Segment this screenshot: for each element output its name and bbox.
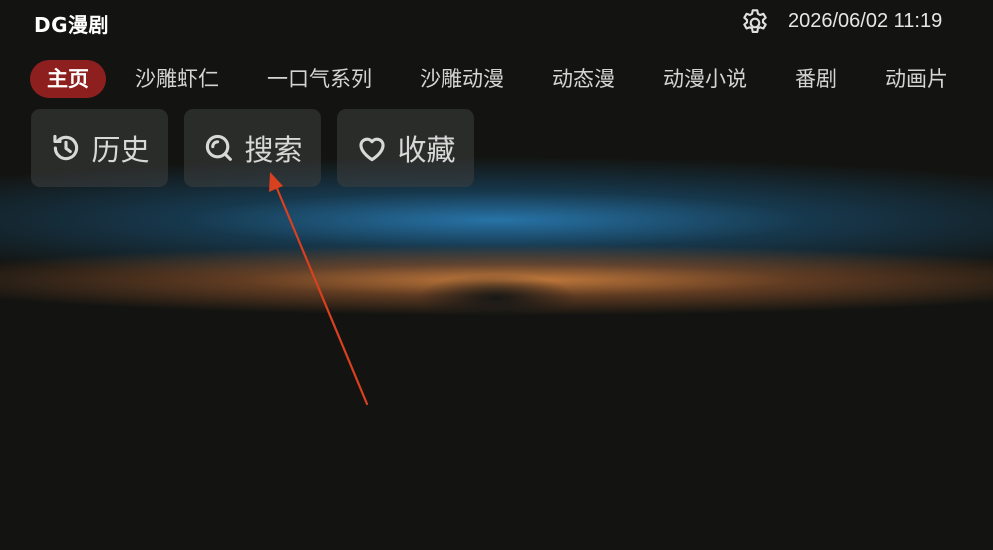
tab-cartoon[interactable]: 动画片 [866, 60, 967, 98]
tab-motion-comic[interactable]: 动态漫 [533, 60, 634, 98]
tab-shadiao-anime[interactable]: 沙雕动漫 [401, 60, 523, 98]
settings-button[interactable] [737, 5, 773, 41]
tab-yikouqi-series[interactable]: 一口气系列 [248, 60, 391, 98]
tab-shadiao-xiaren[interactable]: 沙雕虾仁 [116, 60, 238, 98]
search-label: 搜索 [244, 133, 303, 167]
backdrop-hill [0, 262, 993, 322]
tab-home[interactable]: 主页 [30, 60, 106, 98]
gear-icon [743, 9, 767, 33]
favorites-label: 收藏 [397, 133, 456, 167]
category-tabs: 主页 沙雕虾仁 一口气系列 沙雕动漫 动态漫 动漫小说 番剧 动画片 [30, 60, 977, 98]
history-icon [53, 134, 79, 161]
heart-icon [359, 137, 386, 162]
tab-anime-novel[interactable]: 动漫小说 [644, 60, 766, 98]
tab-bangumi[interactable]: 番剧 [776, 60, 856, 98]
backdrop-horizon-orange [0, 225, 993, 335]
app-screen: DG漫剧 2026/06/02 11:19 主页 沙雕虾仁 一口气系列 沙雕动漫… [0, 0, 993, 550]
history-label: 历史 [91, 133, 150, 167]
search-icon [206, 134, 233, 161]
history-button[interactable]: 历史 [31, 109, 168, 187]
app-title: DG漫剧 [34, 13, 110, 37]
search-button[interactable]: 搜索 [184, 109, 321, 187]
favorites-button[interactable]: 收藏 [337, 109, 474, 187]
datetime: 2026/06/02 11:19 [788, 10, 943, 32]
